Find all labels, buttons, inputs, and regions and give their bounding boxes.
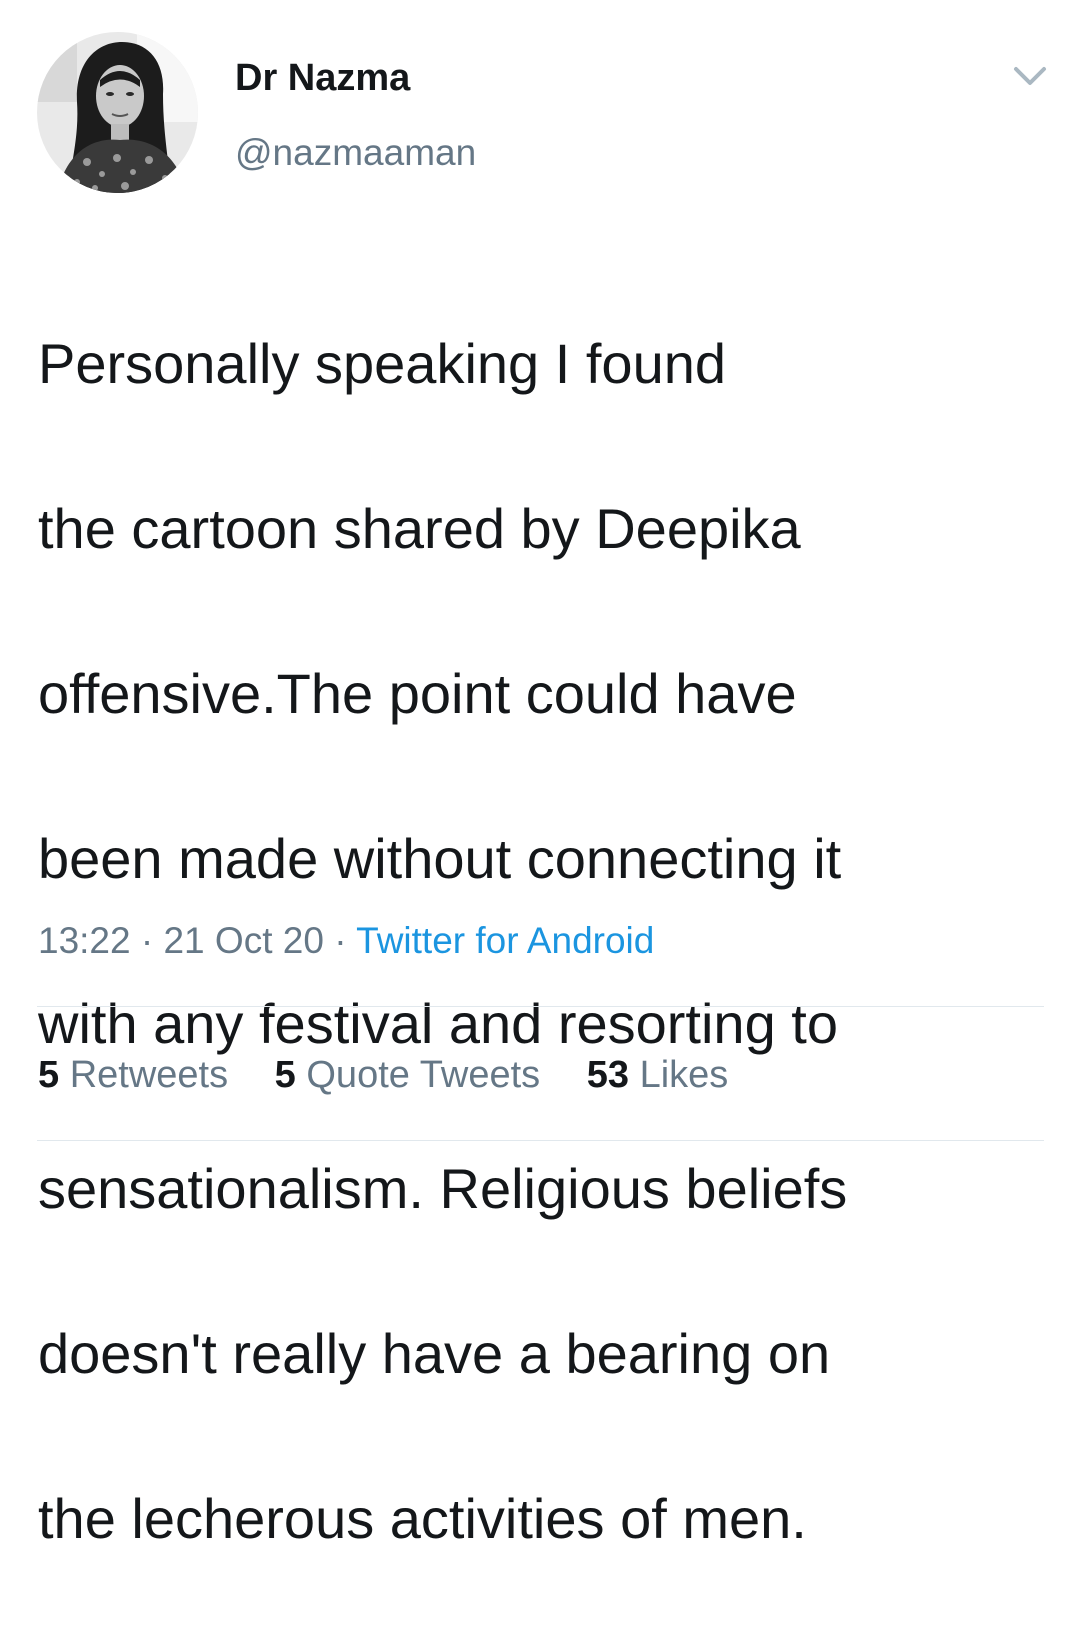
tweet-meta: 13:22 · 21 Oct 20 · Twitter for Android (38, 917, 654, 965)
meta-separator: · (334, 920, 347, 961)
tweet-text-line: offensive.The point could have (38, 661, 797, 725)
divider (37, 1140, 1044, 1141)
divider (37, 1006, 1044, 1007)
chevron-down-icon (1014, 67, 1046, 85)
quote-tweets-label: Quote Tweets (306, 1054, 541, 1096)
tweet-source-link[interactable]: Twitter for Android (356, 920, 654, 961)
tweet-text-line: the lecherous activities of men. (38, 1486, 807, 1550)
retweets-stat[interactable]: 5 Retweets (38, 1049, 228, 1101)
engagement-stats: 5 Retweets 5 Quote Tweets 53 Likes (38, 1049, 764, 1101)
quote-tweets-stat[interactable]: 5 Quote Tweets (275, 1049, 540, 1101)
user-handle[interactable]: @nazmaaman (235, 131, 476, 175)
avatar[interactable] (37, 32, 198, 193)
tweet-time[interactable]: 13:22 (38, 920, 131, 961)
tweet-text-line: been made without connecting it (38, 826, 842, 890)
tweet-text-line: doesn't really have a bearing on (38, 1321, 831, 1385)
more-options-button[interactable] (1008, 60, 1052, 92)
tweet-text-line: the cartoon shared by Deepika (38, 496, 801, 560)
tweet-text-line: sensationalism. Religious beliefs (38, 1156, 848, 1220)
profile-photo-icon (37, 32, 198, 193)
tweet-date[interactable]: 21 Oct 20 (163, 920, 323, 961)
display-name[interactable]: Dr Nazma (235, 56, 410, 100)
likes-count: 53 (586, 1054, 629, 1096)
quote-tweets-count: 5 (274, 1054, 296, 1096)
likes-stat[interactable]: 53 Likes (587, 1049, 729, 1101)
retweets-label: Retweets (69, 1054, 229, 1096)
tweet-text-line: Personally speaking I found (38, 331, 726, 395)
likes-label: Likes (639, 1054, 729, 1096)
meta-separator: · (140, 920, 154, 961)
retweets-count: 5 (38, 1054, 60, 1096)
